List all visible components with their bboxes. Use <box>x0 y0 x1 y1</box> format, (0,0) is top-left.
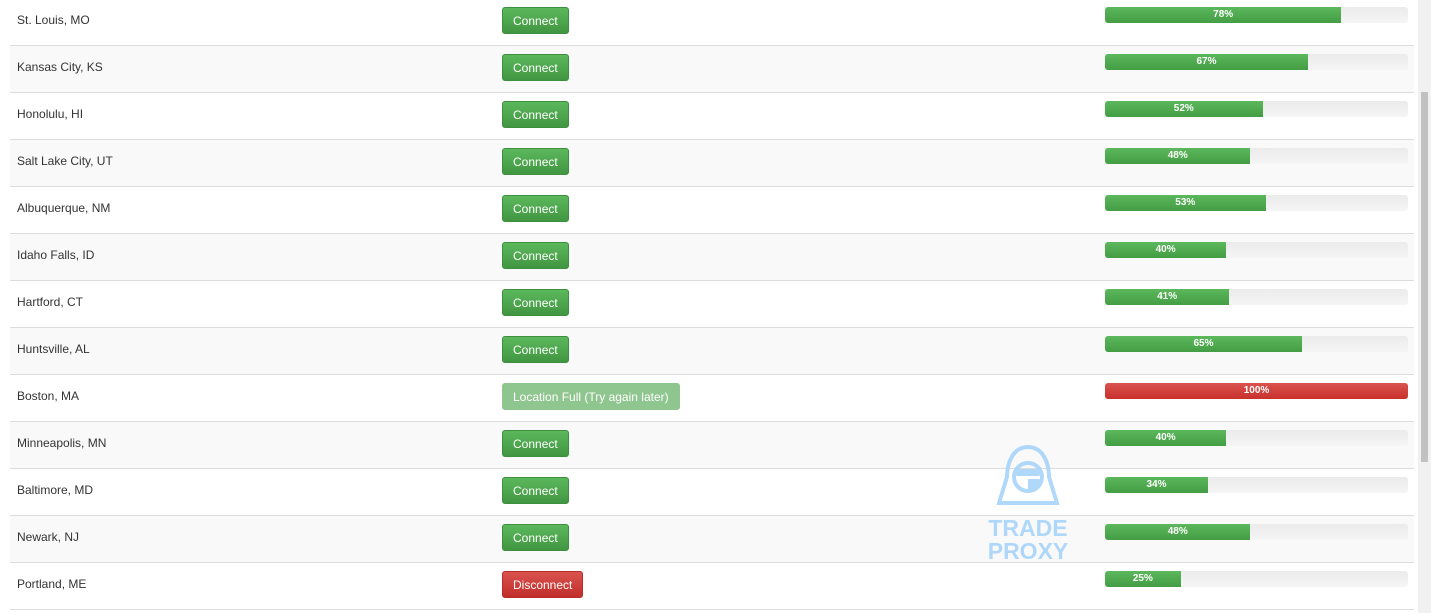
load-progress-bar: 34% <box>1105 477 1408 493</box>
load-progress-fill: 67% <box>1105 54 1308 70</box>
load-progress-fill: 41% <box>1105 289 1230 305</box>
location-name: Hartford, CT <box>17 295 84 309</box>
location-name: Baltimore, MD <box>17 483 94 497</box>
location-name: Kansas City, KS <box>17 60 103 74</box>
location-name: Portland, ME <box>17 577 87 591</box>
load-progress-fill: 25% <box>1105 571 1181 587</box>
connect-button[interactable]: Connect <box>502 54 569 81</box>
table-row: Minneapolis, MN Connect 40% <box>10 422 1414 469</box>
location-name: Honolulu, HI <box>17 107 84 121</box>
load-progress-fill: 53% <box>1105 195 1266 211</box>
scrollbar-thumb[interactable] <box>1421 92 1428 462</box>
table-row: Newark, NJ Connect 48% <box>10 516 1414 563</box>
hooded-figure-icon <box>996 444 1060 505</box>
location-name: Idaho Falls, ID <box>17 248 95 262</box>
table-row: Albuquerque, NM Connect 53% <box>10 187 1414 234</box>
connect-button[interactable]: Connect <box>502 242 569 269</box>
load-progress-bar: 78% <box>1105 7 1408 23</box>
table-row: Idaho Falls, ID Connect 40% <box>10 234 1414 281</box>
watermark-line2: PROXY <box>987 538 1069 564</box>
connect-button[interactable]: Connect <box>502 101 569 128</box>
load-progress-fill: 34% <box>1105 477 1209 493</box>
location-name: Minneapolis, MN <box>17 436 107 450</box>
table-row: Hartford, CT Connect 41% <box>10 281 1414 328</box>
connect-button[interactable]: Connect <box>502 7 569 34</box>
location-name: Boston, MA <box>17 389 80 403</box>
connect-button[interactable]: Connect <box>502 195 569 222</box>
load-progress-bar: 52% <box>1105 101 1408 117</box>
load-progress-fill: 65% <box>1105 336 1302 352</box>
load-progress-bar: 65% <box>1105 336 1408 352</box>
load-progress-fill: 48% <box>1105 148 1251 164</box>
load-progress-bar: 53% <box>1105 195 1408 211</box>
table-row: St. Louis, MO Connect 78% <box>10 0 1414 46</box>
connect-button[interactable]: Connect <box>502 430 569 457</box>
table-row: Kansas City, KS Connect 67% <box>10 46 1414 93</box>
table-row: Honolulu, HI Connect 52% <box>10 93 1414 140</box>
connect-button[interactable]: Connect <box>502 477 569 504</box>
connect-button[interactable]: Connect <box>502 289 569 316</box>
disconnect-button[interactable]: Disconnect <box>502 571 584 598</box>
load-progress-fill: 40% <box>1105 242 1227 258</box>
table-row: Portland, ME Disconnect 25% <box>10 563 1414 610</box>
load-progress-fill: 100% <box>1105 383 1408 399</box>
trade-proxy-watermark: TRADE PROXY <box>980 443 1076 563</box>
load-progress-bar: 40% <box>1105 242 1408 258</box>
location-name: Newark, NJ <box>17 530 80 544</box>
location-name: Albuquerque, NM <box>17 201 111 215</box>
load-progress-bar: 25% <box>1105 571 1408 587</box>
table-row: Salt Lake City, UT Connect 48% <box>10 140 1414 187</box>
scrollbar[interactable] <box>1418 0 1431 613</box>
load-progress-bar: 67% <box>1105 54 1408 70</box>
table-row: Huntsville, AL Connect 65% <box>10 328 1414 375</box>
load-progress-fill: 40% <box>1105 430 1227 446</box>
location-name: St. Louis, MO <box>17 13 90 27</box>
location-name: Salt Lake City, UT <box>17 154 113 168</box>
load-progress-fill: 48% <box>1105 524 1251 540</box>
connect-button[interactable]: Connect <box>502 336 569 363</box>
table-row: Boston, MA Location Full (Try again late… <box>10 375 1414 422</box>
connect-button[interactable]: Connect <box>502 148 569 175</box>
table-row: Baltimore, MD Connect 34% <box>10 469 1414 516</box>
watermark-line1: TRADE <box>988 515 1068 541</box>
load-progress-bar: 100% <box>1105 383 1408 399</box>
location-name: Huntsville, AL <box>17 342 90 356</box>
load-progress-bar: 40% <box>1105 430 1408 446</box>
load-progress-bar: 41% <box>1105 289 1408 305</box>
load-progress-bar: 48% <box>1105 148 1408 164</box>
load-progress-fill: 52% <box>1105 101 1263 117</box>
load-progress-fill: 78% <box>1105 7 1342 23</box>
locations-table: St. Louis, MO Connect 78% Kansas City, KS… <box>10 0 1414 610</box>
load-progress-bar: 48% <box>1105 524 1408 540</box>
connect-button[interactable]: Connect <box>502 524 569 551</box>
location-full-button: Location Full (Try again later) <box>502 383 680 410</box>
